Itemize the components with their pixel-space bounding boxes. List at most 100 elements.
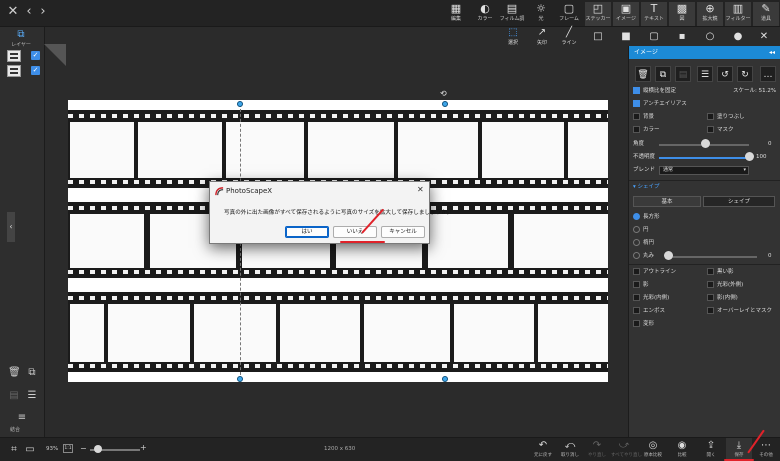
shape-rect-radio[interactable]: 長方形 — [633, 212, 660, 222]
round-slider[interactable] — [667, 256, 757, 258]
duplicate-icon[interactable]: ⧉ — [26, 367, 38, 379]
arrow-tool[interactable]: ↗ 矢印 — [528, 27, 556, 49]
layer-order-icon[interactable]: ▤ — [675, 66, 691, 82]
layer-list-icon[interactable]: ☰ — [26, 390, 38, 402]
layer-visible-checkbox[interactable]: ✓ — [31, 51, 40, 60]
color-checkbox[interactable]: カラー — [633, 125, 660, 135]
redo-button[interactable]: ↷ やり直し — [584, 438, 610, 461]
shape-circle-radio[interactable]: 円 — [633, 225, 649, 235]
layer-row[interactable]: ✓ — [7, 50, 43, 62]
trash-icon[interactable]: 🗑 — [8, 367, 21, 379]
effect-black-shadow[interactable]: 黒い影 — [707, 267, 734, 277]
effect-outline[interactable]: アウトライン — [633, 267, 676, 277]
tool-color[interactable]: ◐ カラー — [472, 2, 498, 26]
angle-slider-knob[interactable] — [701, 139, 710, 148]
tool-film[interactable]: ▤ フィルム調 — [499, 2, 525, 26]
zoom-value[interactable]: 93% — [46, 446, 58, 452]
back-icon[interactable]: ‹ — [22, 5, 36, 19]
undo-all-button[interactable]: ⤺ 取り消し — [557, 438, 583, 461]
round-value[interactable]: 0 — [768, 251, 772, 261]
tool-text[interactable]: T テキスト — [641, 2, 667, 26]
effect-shadow[interactable]: 影 — [633, 280, 649, 290]
zoom-slider-knob[interactable] — [94, 445, 102, 453]
panel-header: イメージ ◂◂ — [629, 46, 780, 59]
tool-filter[interactable]: ▥ フィルター — [725, 2, 751, 26]
align-icon[interactable]: ☰ — [697, 66, 713, 82]
close-icon[interactable]: ✕ — [6, 5, 20, 19]
shape-round-radio[interactable]: 丸み — [633, 251, 654, 261]
effect-emboss[interactable]: エンボス — [633, 306, 665, 316]
layer-visible-checkbox[interactable]: ✓ — [31, 66, 40, 75]
opacity-value[interactable]: 100 — [756, 152, 767, 162]
circle-outline-icon[interactable]: ○ — [703, 31, 717, 43]
tool-tools[interactable]: ✎ 道具 — [753, 2, 779, 26]
shape-ellipse-radio[interactable]: 楕円 — [633, 238, 654, 248]
compare-button[interactable]: ◉ 比較 — [669, 438, 695, 461]
tool-magnifier[interactable]: ⊕ 拡大鏡 — [697, 2, 723, 26]
left-collapse-icon[interactable]: ‹ — [7, 212, 15, 242]
rotate-right-icon[interactable]: ↻ — [737, 66, 753, 82]
compare-original-button[interactable]: ◎ 原本比較 — [640, 438, 666, 461]
shape-section-header[interactable]: ▾ シェイプ — [633, 182, 660, 192]
effect-outer-glow[interactable]: 光彩(外側) — [707, 280, 743, 290]
layer-up-icon[interactable]: ▤ — [8, 390, 20, 402]
circle-filled-icon[interactable]: ● — [731, 31, 745, 43]
layer-row[interactable]: ✓ — [7, 65, 43, 77]
antialias-checkbox[interactable]: アンチエイリアス — [633, 99, 687, 109]
tool-light[interactable]: ☼ 光 — [528, 2, 554, 26]
zoom-out-icon[interactable]: − — [80, 444, 87, 453]
no-button[interactable]: いいえ — [333, 226, 377, 238]
open-button[interactable]: ⇪ 開く — [698, 438, 724, 461]
round-slider-knob[interactable] — [664, 251, 673, 260]
dialog-close-icon[interactable]: ✕ — [417, 185, 424, 194]
fill-checkbox[interactable]: 塗りつぶし — [707, 112, 745, 122]
rotate-left-icon[interactable]: ↺ — [717, 66, 733, 82]
redo-all-button[interactable]: ⤻ すべてやり直し — [611, 438, 642, 461]
zoom-in-icon[interactable]: + — [140, 443, 147, 452]
opacity-slider[interactable] — [659, 157, 749, 159]
effect-overlay-mask[interactable]: オーバーレイとマスク — [707, 306, 772, 316]
rounded-square-filled-icon[interactable]: ▪ — [675, 31, 689, 43]
trash-icon[interactable]: 🗑 — [635, 66, 651, 82]
background-checkbox[interactable]: 背景 — [633, 112, 654, 122]
merge-icon[interactable]: ≡ — [16, 412, 28, 424]
collapse-panel-icon[interactable]: ◂◂ — [769, 46, 775, 59]
square-outline-icon[interactable]: □ — [591, 31, 605, 43]
more-icon[interactable]: … — [760, 66, 776, 82]
rotate-handle-icon[interactable]: ⟲ — [440, 89, 447, 98]
tool-image[interactable]: ▣ イメージ — [613, 2, 639, 26]
effect-transform[interactable]: 変形 — [633, 319, 654, 329]
keep-ratio-checkbox[interactable]: 縦横比を固定 — [633, 86, 676, 96]
angle-value[interactable]: 0 — [768, 139, 772, 149]
tool-edit[interactable]: ▦ 編集 — [443, 2, 469, 26]
seg-standard[interactable]: 基本 — [633, 196, 701, 207]
resize-handle[interactable] — [442, 101, 448, 107]
effect-inner-shadow[interactable]: 影(内側) — [707, 293, 738, 303]
mask-checkbox[interactable]: マスク — [707, 125, 734, 135]
cancel-button[interactable]: キャンセル — [381, 226, 425, 238]
fit-window-icon[interactable]: ▭ — [24, 444, 36, 456]
layers-tab[interactable]: ⧉ レイヤー — [6, 29, 36, 48]
zoom-1to1-button[interactable]: 1:1 — [63, 444, 73, 453]
seg-shape[interactable]: シェイプ — [703, 196, 775, 207]
tool-figure[interactable]: ▩ 図 — [669, 2, 695, 26]
forward-icon[interactable]: › — [36, 5, 50, 19]
undo-button[interactable]: ↶ 元に戻す — [530, 438, 556, 461]
resize-handle[interactable] — [237, 376, 243, 382]
select-tool[interactable]: ⬚ 選択 — [499, 27, 527, 49]
effect-inner-glow[interactable]: 光彩(内側) — [633, 293, 669, 303]
resize-handle[interactable] — [237, 101, 243, 107]
close-panel-icon[interactable]: ✕ — [757, 31, 771, 43]
tool-frame[interactable]: ▢ フレーム — [556, 2, 582, 26]
line-tool[interactable]: ╱ ライン — [555, 27, 583, 49]
crop-icon[interactable]: ⌗ — [8, 444, 20, 456]
square-filled-icon[interactable]: ■ — [619, 31, 633, 43]
tool-sticker[interactable]: ◰ ステッカー — [585, 2, 611, 26]
blend-select[interactable]: 通常 ▾ — [659, 166, 749, 175]
rounded-square-outline-icon[interactable]: ▢ — [647, 31, 661, 43]
resize-handle[interactable] — [442, 376, 448, 382]
opacity-slider-knob[interactable] — [745, 152, 754, 161]
yes-button[interactable]: はい — [285, 226, 329, 238]
divider — [629, 264, 780, 265]
duplicate-icon[interactable]: ⧉ — [655, 66, 671, 82]
